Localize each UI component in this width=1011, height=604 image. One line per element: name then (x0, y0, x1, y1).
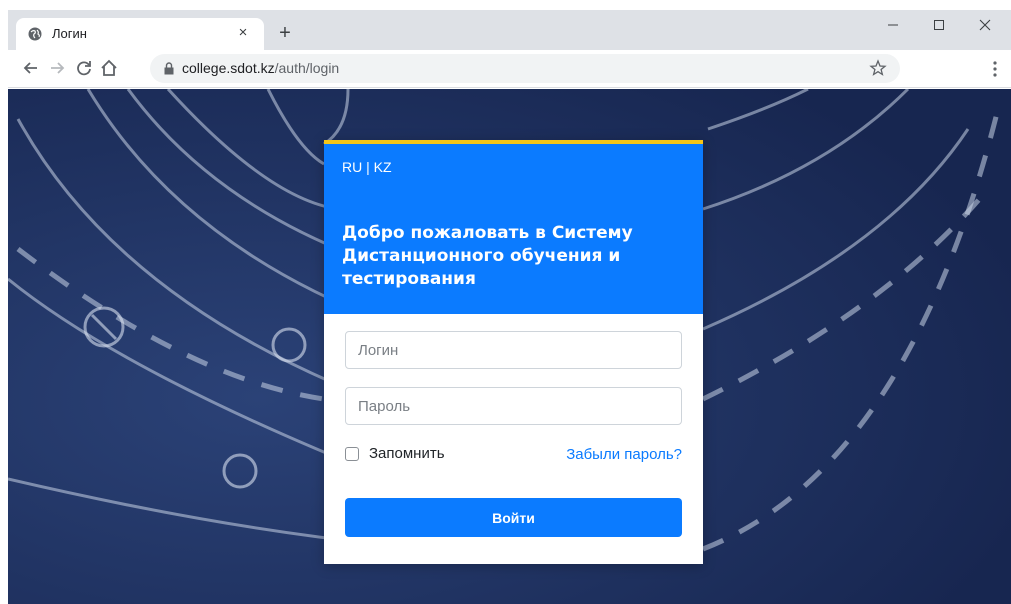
tab-title: Логин (52, 26, 87, 41)
welcome-heading: Добро пожаловать в Систему Дистанционног… (342, 223, 633, 289)
globe-icon (28, 27, 42, 41)
forward-arrow-icon[interactable] (44, 55, 70, 81)
window-close-icon[interactable] (962, 12, 1008, 42)
language-switcher: RU | KZ (342, 159, 392, 175)
login-card-header: RU | KZ Добро пожаловать в Систему Диста… (324, 140, 703, 314)
lang-ru-link[interactable]: RU (342, 159, 362, 175)
minimize-icon[interactable] (870, 12, 916, 42)
reload-icon[interactable] (71, 55, 97, 81)
lock-icon[interactable] (164, 62, 174, 75)
url-path: /auth/login (274, 60, 340, 76)
close-icon[interactable]: × (232, 22, 254, 44)
password-input[interactable] (345, 387, 682, 425)
browser-window: Логин × + college.sdot.kz/auth/login RU … (8, 10, 1011, 604)
remember-checkbox[interactable] (345, 446, 359, 461)
star-icon[interactable] (868, 58, 888, 78)
login-input[interactable] (345, 331, 682, 369)
page-content: RU | KZ Добро пожаловать в Систему Диста… (8, 89, 1011, 604)
menu-dots-icon[interactable] (988, 58, 1002, 80)
tab-login[interactable]: Логин × (16, 18, 264, 50)
login-card: RU | KZ Добро пожаловать в Систему Диста… (324, 140, 703, 564)
home-icon[interactable] (96, 55, 122, 81)
url-host: college.sdot.kz (182, 60, 275, 76)
remember-me[interactable]: Запомнить (345, 445, 445, 462)
forgot-password-link[interactable]: Забыли пароль? (566, 446, 682, 463)
plus-icon[interactable]: + (273, 22, 297, 46)
lang-separator: | (366, 159, 370, 175)
lang-kz-link[interactable]: KZ (374, 159, 392, 175)
tab-strip: Логин × + (8, 10, 1011, 50)
url-text[interactable]: college.sdot.kz/auth/login (182, 60, 339, 76)
back-arrow-icon[interactable] (18, 55, 44, 81)
login-button[interactable]: Войти (345, 498, 682, 537)
browser-toolbar: college.sdot.kz/auth/login (8, 50, 1011, 88)
address-bar[interactable]: college.sdot.kz/auth/login (150, 54, 900, 83)
remember-label: Запомнить (369, 445, 445, 462)
maximize-icon[interactable] (916, 12, 962, 42)
